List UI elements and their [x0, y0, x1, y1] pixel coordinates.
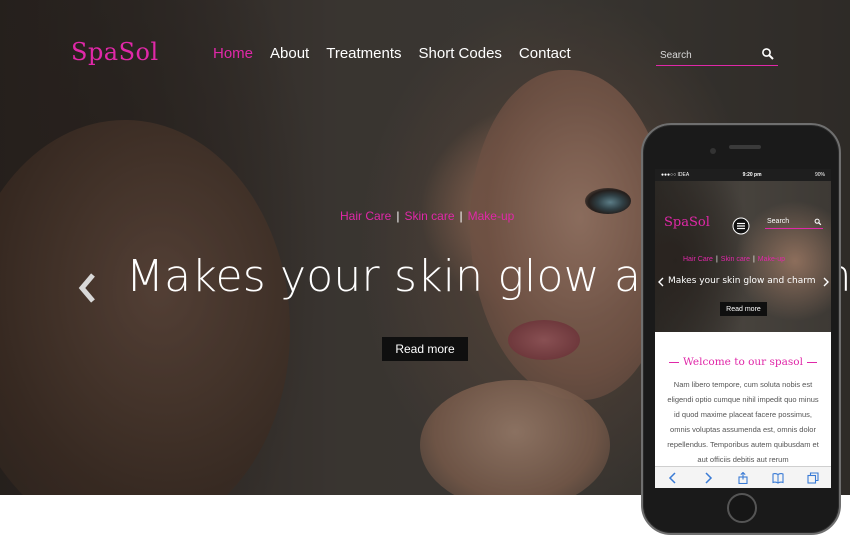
welcome-heading: Welcome to our spasol [655, 356, 831, 368]
browser-toolbar [655, 466, 831, 488]
phone-speaker [729, 145, 761, 149]
main-nav: Home About Treatments Short Codes Contac… [213, 45, 571, 62]
phone-home-button[interactable] [727, 493, 757, 523]
hamburger-icon[interactable] [732, 217, 750, 235]
phone-status-bar: ●●●○○ IDEA 9:20 pm 90% [655, 169, 831, 181]
tag-make-up[interactable]: Make-up [468, 209, 515, 223]
chevron-left-icon[interactable] [78, 272, 98, 304]
mobile-slide-tags: Hair Care | Skin care | Make-up [683, 256, 785, 263]
mobile-search-placeholder: Search [767, 218, 790, 225]
chevron-left-icon[interactable] [658, 277, 664, 287]
mobile-read-more-button[interactable]: Read more [720, 302, 767, 316]
search-input[interactable] [660, 46, 758, 64]
tag-separator: | [752, 256, 755, 263]
nav-item-about[interactable]: About [270, 45, 309, 62]
tag-separator: | [715, 256, 718, 263]
mobile-tag-skin-care[interactable]: Skin care [721, 256, 750, 263]
slide-tags: Hair Care | Skin care | Make-up [340, 209, 514, 223]
tabs-icon[interactable] [807, 471, 819, 484]
mobile-hero: SpaSol Search Hair Care | Skin care | Ma… [655, 181, 831, 332]
share-icon[interactable] [737, 471, 749, 484]
tag-separator: | [396, 209, 400, 223]
mobile-logo[interactable]: SpaSol [664, 215, 710, 230]
chevron-right-icon[interactable] [823, 277, 829, 287]
mobile-tag-hair-care[interactable]: Hair Care [683, 256, 713, 263]
back-icon[interactable] [667, 471, 679, 484]
search-icon[interactable] [814, 218, 822, 226]
nav-item-short-codes[interactable]: Short Codes [419, 45, 502, 62]
forward-icon[interactable] [702, 471, 714, 484]
tag-separator: | [459, 209, 463, 223]
welcome-body: Nam libero tempore, cum soluta nobis est… [667, 380, 819, 464]
read-more-button[interactable]: Read more [382, 337, 468, 361]
page: SpaSol Home About Treatments Short Codes… [0, 0, 850, 540]
search-icon[interactable] [761, 47, 775, 61]
nav-item-home[interactable]: Home [213, 45, 253, 62]
mobile-tag-make-up[interactable]: Make-up [758, 256, 785, 263]
status-carrier: ●●●○○ IDEA [661, 172, 690, 178]
status-battery: 90% [814, 172, 825, 178]
status-time: 9:20 pm [742, 172, 762, 178]
tag-hair-care[interactable]: Hair Care [340, 209, 391, 223]
nav-item-contact[interactable]: Contact [519, 45, 571, 62]
bookmarks-icon[interactable] [772, 472, 784, 484]
tag-skin-care[interactable]: Skin care [404, 209, 454, 223]
nav-item-treatments[interactable]: Treatments [326, 45, 401, 62]
phone-mockup: ●●●○○ IDEA 9:20 pm 90% SpaSol Search Hai… [641, 123, 841, 535]
phone-camera [710, 148, 716, 154]
mobile-search-box[interactable]: Search [765, 216, 823, 229]
phone-screen: ●●●○○ IDEA 9:20 pm 90% SpaSol Search Hai… [655, 169, 831, 488]
search-box [656, 45, 778, 66]
mobile-slide-headline: Makes your skin glow and charm [668, 276, 816, 286]
site-logo[interactable]: SpaSol [71, 38, 159, 66]
